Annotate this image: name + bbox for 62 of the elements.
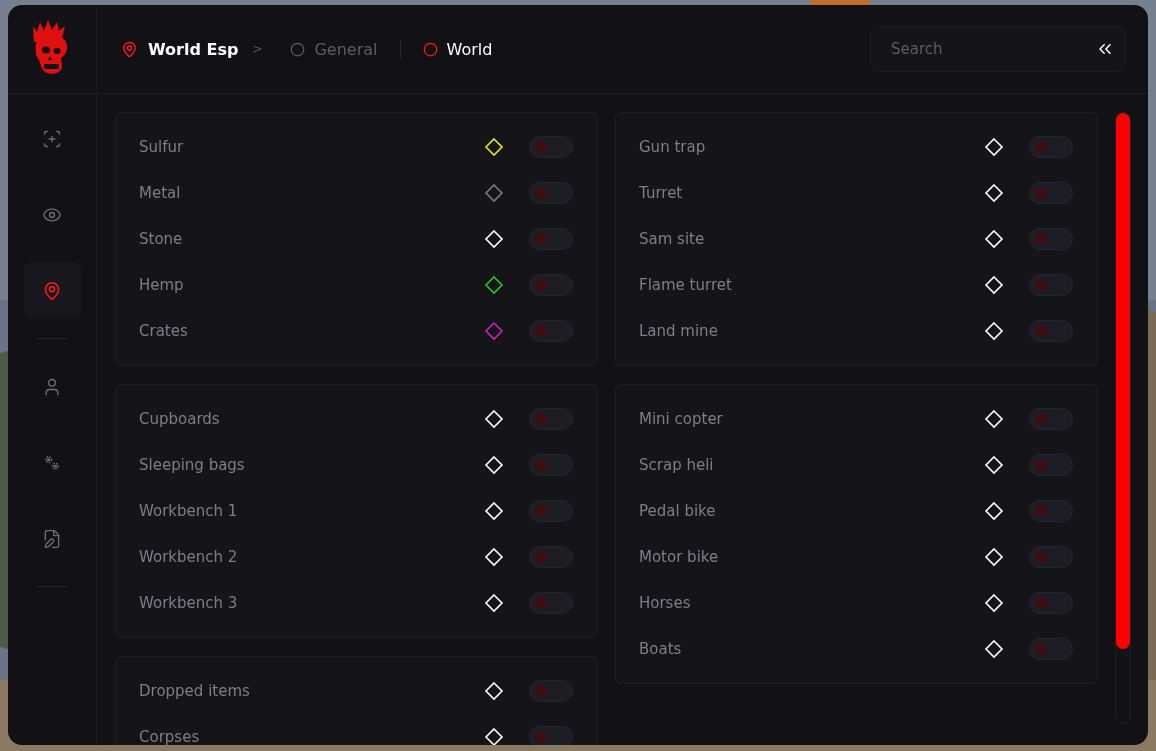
toggle-switch[interactable] xyxy=(529,274,573,296)
toggle-switch[interactable] xyxy=(1029,136,1073,158)
toggle-switch[interactable] xyxy=(1029,228,1073,250)
option-label: Sulfur xyxy=(139,138,185,156)
toggle-switch[interactable] xyxy=(1029,638,1073,660)
option-label: Turret xyxy=(639,184,684,202)
color-picker-icon[interactable] xyxy=(484,321,504,341)
toggle-switch[interactable] xyxy=(1029,182,1073,204)
map-pin-icon xyxy=(121,40,138,58)
toggle-switch[interactable] xyxy=(1029,592,1073,614)
option-label: Workbench 3 xyxy=(139,594,239,612)
toggle-switch[interactable] xyxy=(529,136,573,158)
option-label: Land mine xyxy=(639,322,719,340)
option-label: Gun trap xyxy=(639,138,707,156)
search-input[interactable]: Search xyxy=(889,39,1095,59)
circle-icon xyxy=(290,41,306,57)
map-pin-icon xyxy=(42,280,62,301)
color-picker-icon[interactable] xyxy=(484,183,504,203)
option-label: Pedal bike xyxy=(639,502,717,520)
toggle-switch[interactable] xyxy=(1029,500,1073,522)
option-label: Sam site xyxy=(639,230,706,248)
toggle-switch[interactable] xyxy=(1029,408,1073,430)
toggle-switch[interactable] xyxy=(529,454,573,476)
color-picker-icon[interactable] xyxy=(484,275,504,295)
sidebar-item[interactable] xyxy=(23,262,81,319)
tab[interactable]: World xyxy=(422,39,493,59)
file-edit-icon xyxy=(42,528,62,549)
option-label: Flame turret xyxy=(639,276,733,294)
option-label: Scrap heli xyxy=(639,456,715,474)
search-field[interactable]: Search xyxy=(870,26,1126,72)
toggle-switch[interactable] xyxy=(529,592,573,614)
option-label: Mini copter xyxy=(639,410,724,428)
option-label: Hemp xyxy=(139,276,185,294)
option-label: Dropped items xyxy=(139,682,251,700)
option-label: Workbench 1 xyxy=(139,502,239,520)
scrollbar-thumb[interactable] xyxy=(1116,113,1130,649)
option-label: Horses xyxy=(639,594,692,612)
option-label: Crates xyxy=(139,322,189,340)
toggle-switch[interactable] xyxy=(1029,320,1073,342)
toggle-switch[interactable] xyxy=(1029,546,1073,568)
toggle-switch[interactable] xyxy=(529,546,573,568)
toggle-switch[interactable] xyxy=(529,726,573,745)
option-label: Workbench 2 xyxy=(139,548,239,566)
option-label: Motor bike xyxy=(639,548,720,566)
option-label: Metal xyxy=(139,184,182,202)
toggle-switch[interactable] xyxy=(529,228,573,250)
option-label: Cupboards xyxy=(139,410,221,428)
scan-plus-icon xyxy=(42,128,62,149)
option-label: Boats xyxy=(639,640,683,658)
toggle-switch[interactable] xyxy=(529,408,573,430)
breadcrumb-separator: > xyxy=(252,42,263,56)
circle-icon xyxy=(422,41,438,57)
option-label: Stone xyxy=(139,230,184,248)
toggle-switch[interactable] xyxy=(529,320,573,342)
option-label: Sleeping bags xyxy=(139,456,246,474)
toggle-switch[interactable] xyxy=(529,500,573,522)
toggle-switch[interactable] xyxy=(1029,454,1073,476)
section-title: World Esp xyxy=(148,39,239,59)
toggle-switch[interactable] xyxy=(1029,274,1073,296)
option-label: Corpses xyxy=(139,728,201,745)
toggle-switch[interactable] xyxy=(529,680,573,702)
toggle-switch[interactable] xyxy=(529,182,573,204)
